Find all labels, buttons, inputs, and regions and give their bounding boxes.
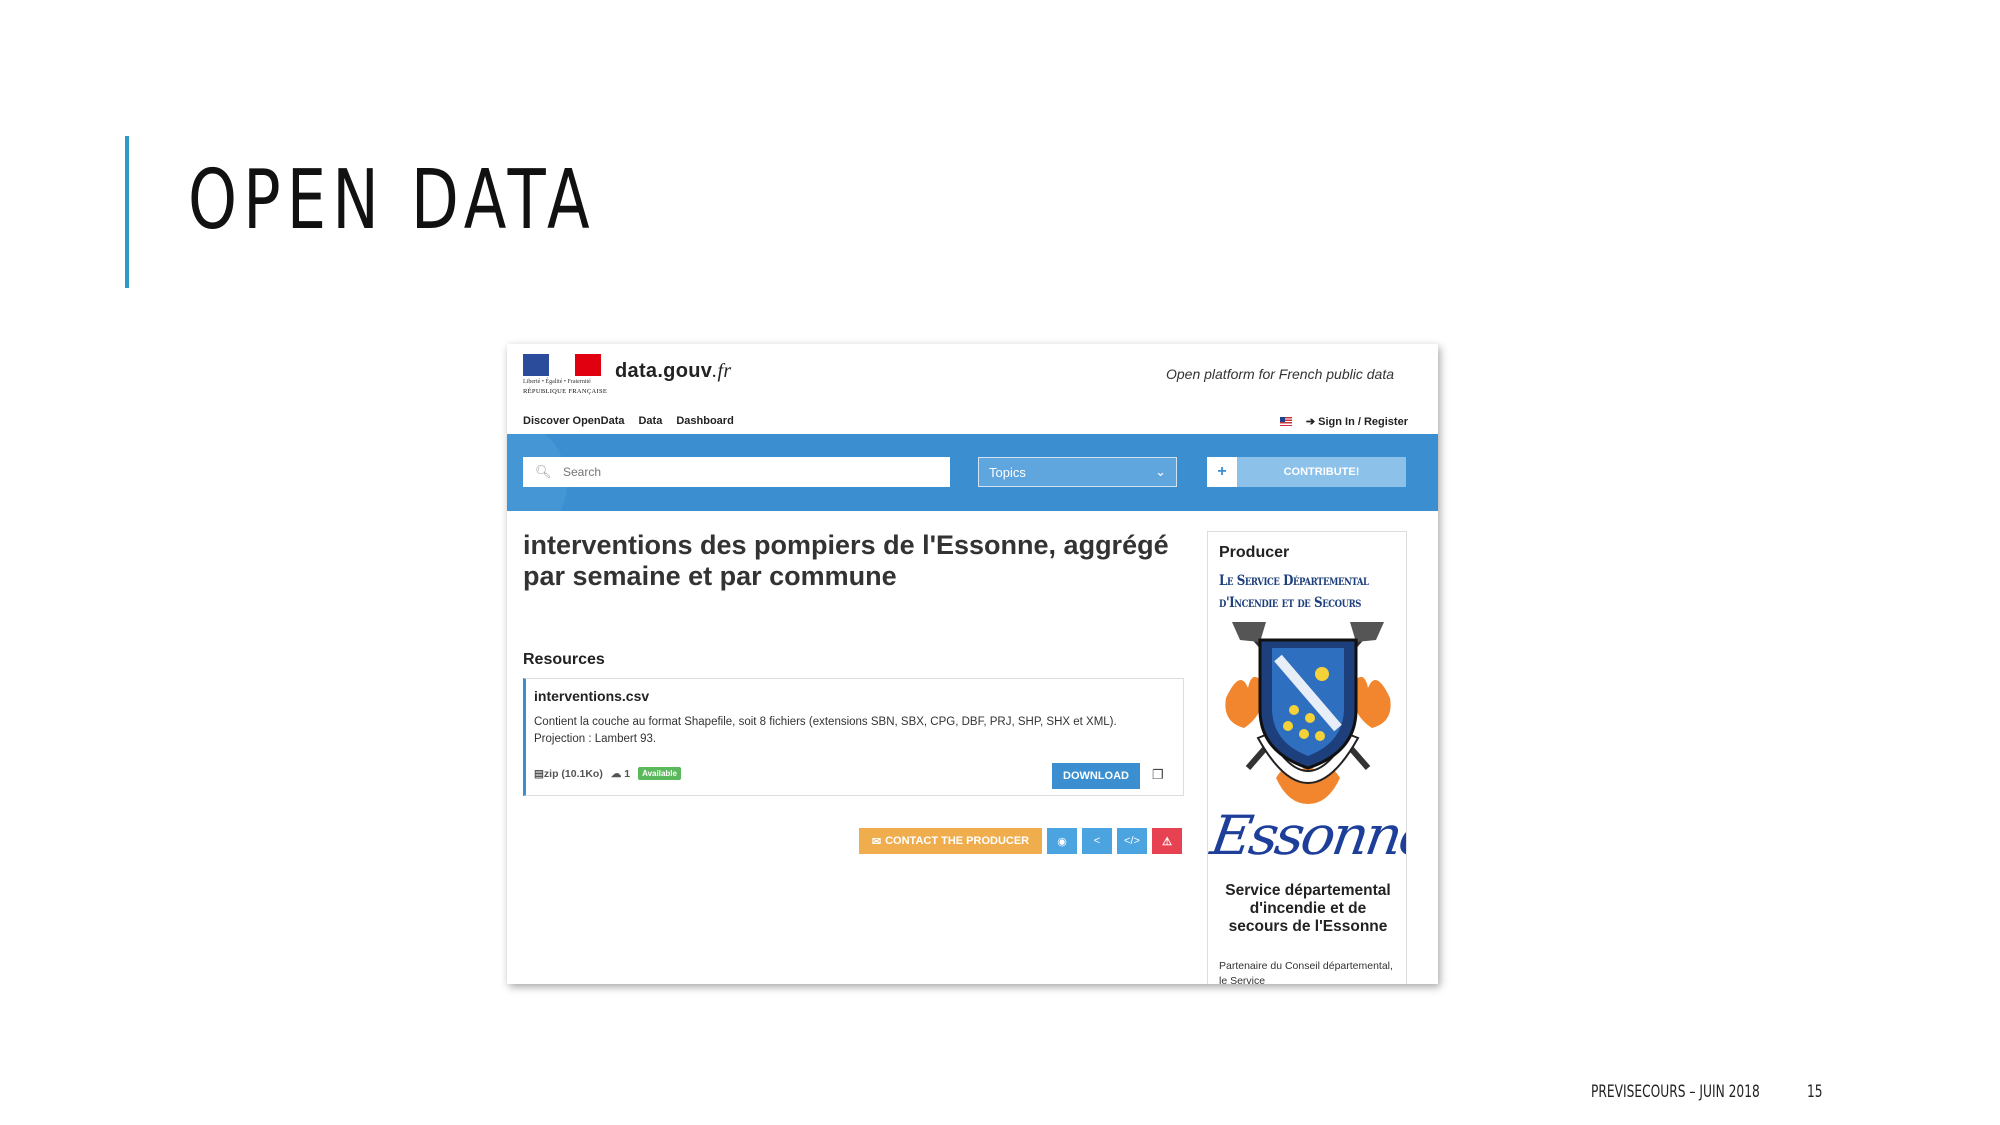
dataset-actions: ✉ CONTACT THE PRODUCER ◉ < </> ⚠ — [859, 828, 1182, 854]
eye-icon: ◉ — [1057, 835, 1067, 848]
slide-page-number: 15 — [1807, 1082, 1823, 1102]
contact-producer-button[interactable]: ✉ CONTACT THE PRODUCER — [859, 828, 1042, 854]
file-icon: ▤ — [534, 767, 544, 780]
topics-label: Topics — [989, 464, 1026, 480]
sign-in-icon: ➔ — [1305, 416, 1316, 428]
search-box[interactable]: 🔍︎ — [523, 457, 950, 487]
site-brand[interactable]: data.gouv.fr — [615, 360, 731, 383]
resources-heading: Resources — [523, 651, 605, 668]
sdis-logo-text: Le Service Départemental d'Incendie et d… — [1219, 573, 1369, 611]
code-icon: </> — [1124, 835, 1140, 847]
contribute-button[interactable]: + CONTRIBUTE! — [1207, 457, 1406, 487]
resource-name[interactable]: interventions.csv — [534, 688, 649, 704]
nav-item-dashboard[interactable]: Dashboard — [676, 415, 733, 427]
download-count: ☁ 1 — [610, 767, 631, 780]
download-button[interactable]: DOWNLOAD — [1052, 763, 1140, 789]
search-input[interactable] — [561, 464, 925, 480]
contribute-label: CONTRIBUTE! — [1237, 457, 1406, 487]
follow-button[interactable]: ◉ — [1047, 828, 1077, 854]
embed-button[interactable]: </> — [1117, 828, 1147, 854]
sign-in-label: Sign In / Register — [1318, 416, 1408, 428]
french-flag-icon — [523, 354, 601, 376]
brand-name: data.gouv — [615, 360, 713, 382]
producer-heading: Producer — [1219, 544, 1290, 561]
warning-icon: ⚠ — [1162, 835, 1172, 848]
main-nav: Discover OpenData Data Dashboard — [523, 415, 734, 427]
producer-description: Partenaire du Conseil départemental, le … — [1219, 960, 1393, 984]
plus-icon: + — [1207, 457, 1237, 487]
cloud-download-icon: ☁ — [610, 767, 622, 780]
slide-footer: PREVISECOURS – JUIN 2018 — [1591, 1082, 1760, 1102]
essonne-signature: Essonne — [1207, 804, 1407, 867]
share-icon: < — [1093, 835, 1101, 847]
copy-icon[interactable]: ❐ — [1152, 767, 1164, 783]
site-header: Liberté • Égalité • Fraternité RÉPUBLIQU… — [507, 344, 1438, 434]
site-tagline: Open platform for French public data — [1165, 366, 1394, 382]
nav-item-data[interactable]: Data — [638, 415, 662, 427]
file-format: ▤zip (10.1Ko) — [534, 767, 603, 780]
sign-in-link[interactable]: ➔ Sign In / Register — [1306, 415, 1408, 428]
republique-francaise-logo[interactable]: Liberté • Égalité • Fraternité RÉPUBLIQU… — [523, 354, 608, 400]
slide-title: OPEN DATA — [188, 153, 596, 248]
brand-tld: .fr — [712, 360, 732, 382]
search-band: 🔍︎ Topics ⌄ + CONTRIBUTE! — [507, 434, 1438, 511]
resource-meta: ▤zip (10.1Ko) ☁ 1 Available — [534, 767, 681, 780]
logo-motto: Liberté • Égalité • Fraternité — [523, 379, 591, 385]
topics-dropdown[interactable]: Topics ⌄ — [978, 457, 1177, 487]
search-icon: 🔍︎ — [535, 464, 552, 479]
resource-card: interventions.csv Contient la couche au … — [523, 678, 1184, 796]
status-badge: Available — [638, 767, 681, 780]
contact-label: CONTACT THE PRODUCER — [885, 835, 1030, 847]
share-button[interactable]: < — [1082, 828, 1112, 854]
dataset-title: interventions des pompiers de l'Essonne,… — [523, 530, 1169, 591]
nav-item-discover[interactable]: Discover OpenData — [523, 415, 624, 427]
logo-republic: RÉPUBLIQUE FRANÇAISE — [523, 388, 608, 395]
resource-description: Contient la couche au format Shapefile, … — [534, 716, 1117, 745]
firefighter-emblem-icon[interactable] — [1218, 618, 1398, 814]
chevron-down-icon: ⌄ — [1155, 464, 1166, 479]
user-nav: ➔ Sign In / Register — [1279, 415, 1408, 428]
producer-panel: Producer Le Service Départemental d'Ince… — [1207, 531, 1407, 984]
language-flag-icon[interactable] — [1279, 417, 1292, 426]
envelope-icon: ✉ — [871, 835, 882, 848]
report-button[interactable]: ⚠ — [1152, 828, 1182, 854]
title-accent-bar — [125, 136, 129, 288]
website-screenshot: Liberté • Égalité • Fraternité RÉPUBLIQU… — [507, 344, 1438, 984]
producer-name[interactable]: Service départemental d'incendie et de s… — [1218, 882, 1398, 936]
